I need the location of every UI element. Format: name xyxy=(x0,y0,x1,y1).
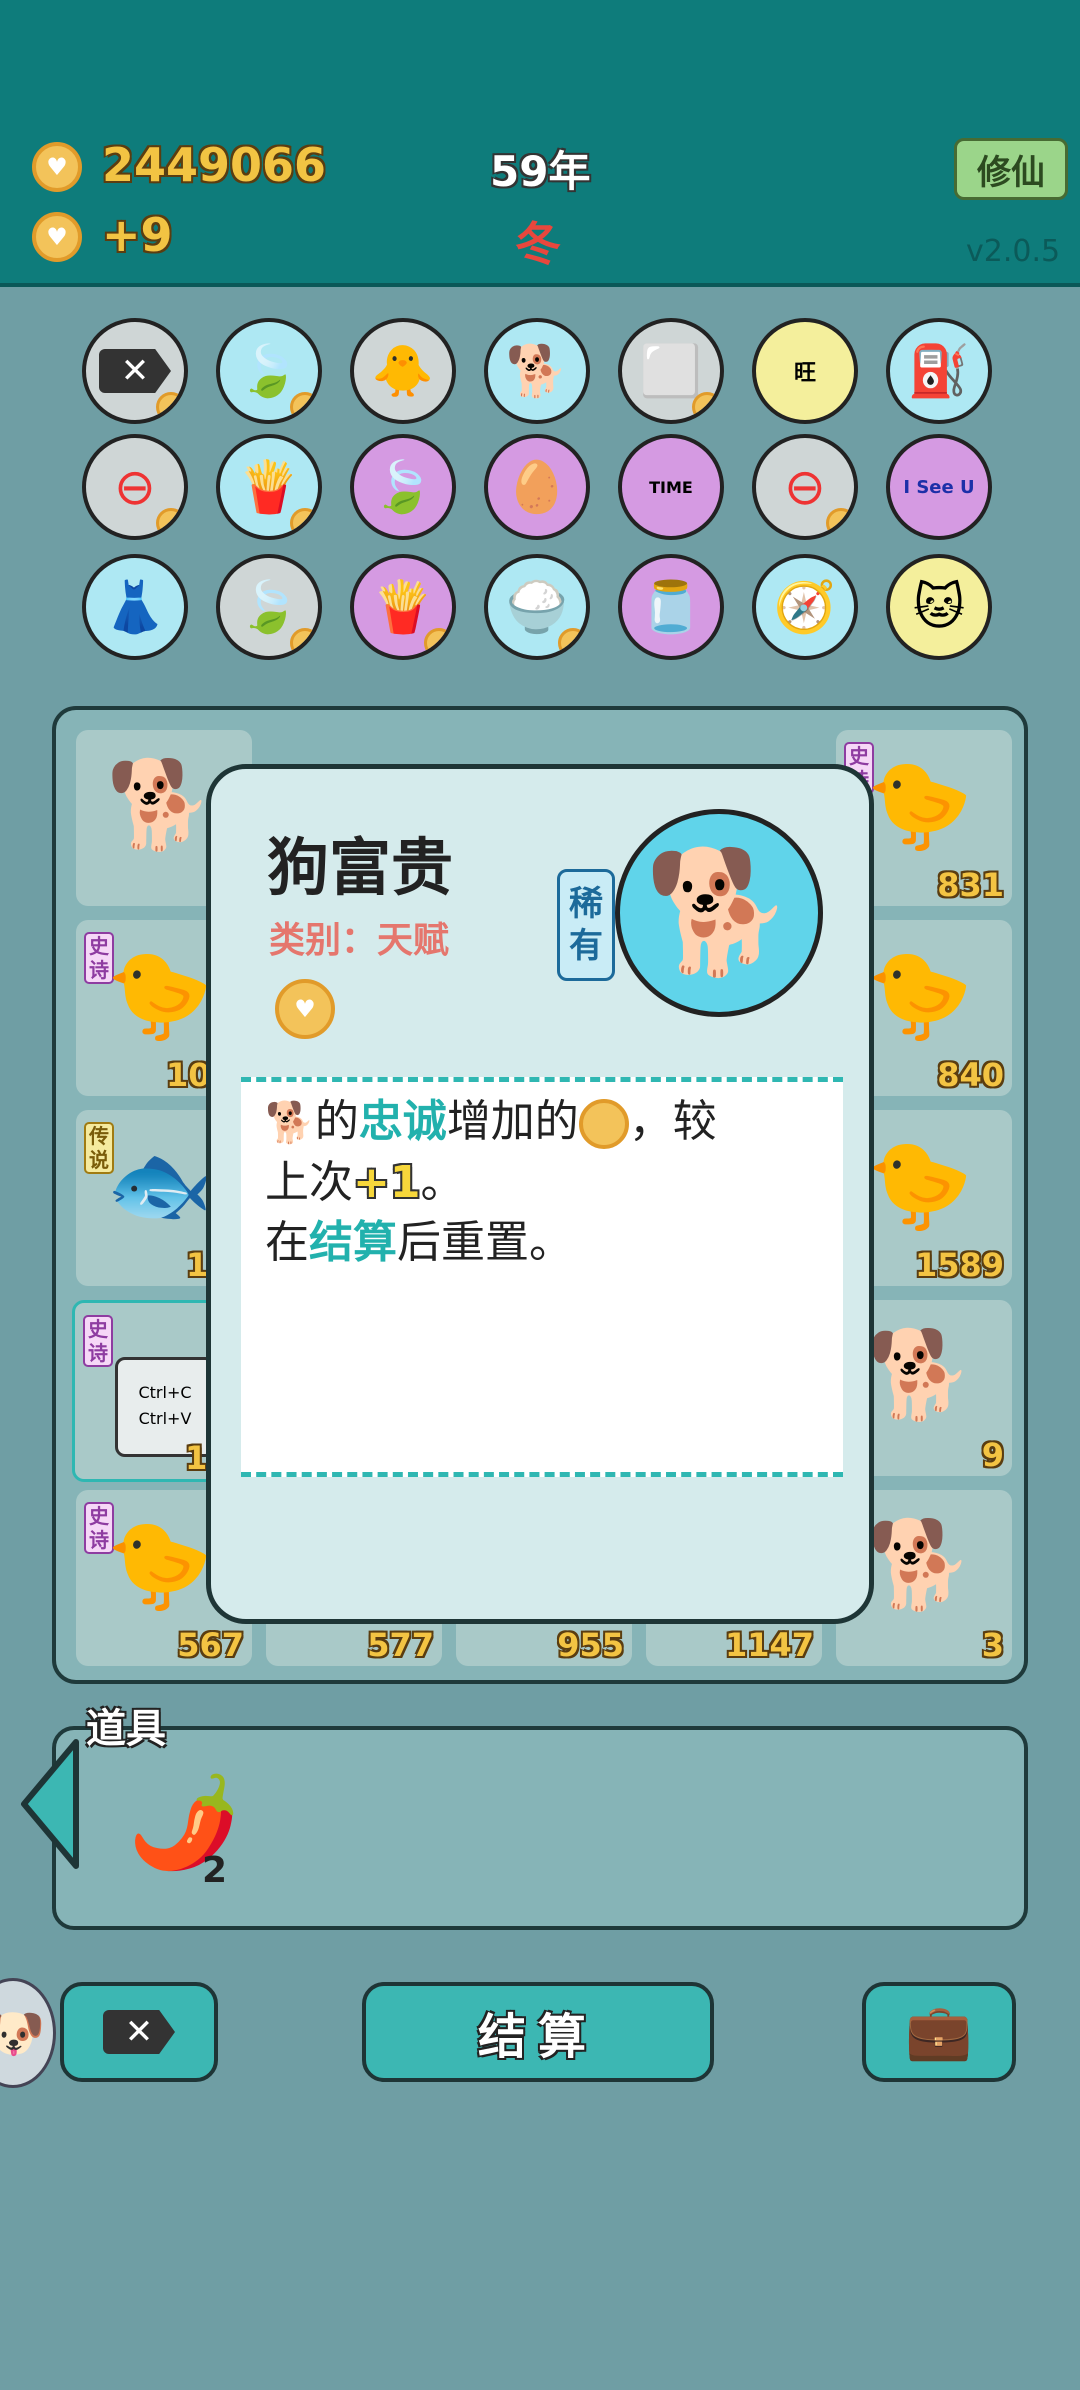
grandpa-chick-icon: 🐤 xyxy=(866,945,974,1045)
symbol-detail-card[interactable]: 狗富贵 类别：天赋 稀 有 🐕 ♥ 🐕的忠诚增加的 ，较 上次+1。 在结算后重置… xyxy=(206,764,874,1624)
income-per-turn: +9 xyxy=(102,208,173,262)
fries-icon[interactable]: 🍟 xyxy=(216,434,322,540)
chick-egg-icon[interactable]: 🐥 xyxy=(350,318,456,424)
compass-icon[interactable]: 🧭 xyxy=(752,554,858,660)
cell-value: 567 xyxy=(177,1626,244,1664)
top-bar: ♥ 2449066 ♥ +9 59年 冬 修仙 v2.0.5 xyxy=(0,0,1080,287)
minus-circle-icon[interactable]: ⊖ xyxy=(752,434,858,540)
remove-tag-icon[interactable]: ✕ xyxy=(82,318,188,424)
version-label: v2.0.5 xyxy=(966,234,1061,269)
card-title: 狗富贵 xyxy=(267,831,454,904)
cell-value: 1589 xyxy=(914,1246,1004,1284)
briefcase-button[interactable]: 💼 xyxy=(862,1982,1016,2082)
skirt-icon[interactable]: 👗 xyxy=(82,554,188,660)
rarity-char-1: 稀 xyxy=(569,884,603,924)
time-magazine-icon[interactable]: TIME xyxy=(618,434,724,540)
paste-label: Ctrl+V xyxy=(138,1409,192,1428)
cell-value: 1147 xyxy=(724,1626,814,1664)
sugar-cubes-icon[interactable]: ⬜ xyxy=(618,318,724,424)
grandpa-chick-icon: 🐤 xyxy=(866,755,974,855)
desc-text: 。 xyxy=(420,1157,465,1208)
leaf-icon[interactable]: 🍃 xyxy=(216,318,322,424)
dog-sunglasses-portrait-icon: 🐕 xyxy=(615,809,823,1017)
rarity-char-2: 有 xyxy=(569,926,603,966)
i-see-u-icon[interactable]: I See U xyxy=(886,434,992,540)
wang-char: 旺 xyxy=(793,361,816,386)
grandpa-chick-icon: 🐤 xyxy=(106,1515,214,1615)
rarity-badge: 稀 有 xyxy=(557,869,615,981)
cat-coins-icon[interactable]: 🐱 xyxy=(886,554,992,660)
wang-text-icon[interactable]: 旺 xyxy=(752,318,858,424)
briefcase-icon: 💼 xyxy=(905,2000,973,2063)
desc-text: 增加的 xyxy=(446,1096,579,1147)
settle-button[interactable]: 结算 xyxy=(362,1982,714,2082)
grandpa-chick-icon: 🐤 xyxy=(866,1135,974,1235)
rice-bowl-icon[interactable]: 🍚 xyxy=(484,554,590,660)
jar-icon[interactable]: 🫙 xyxy=(618,554,724,660)
fries-icon[interactable]: 🍟 xyxy=(350,554,456,660)
coin-icon: ♥ xyxy=(275,979,335,1039)
leaf-icon[interactable]: 🍃 xyxy=(350,434,456,540)
desc-text: 在 xyxy=(265,1217,309,1268)
avatar[interactable]: 🐶 xyxy=(0,1978,56,2088)
back-arrow-icon[interactable] xyxy=(18,1738,82,1870)
season-label: 冬 xyxy=(515,217,561,271)
keyword-settle: 结算 xyxy=(309,1217,397,1268)
copy-label: Ctrl+C xyxy=(138,1383,192,1402)
koi-fish-icon: 🐟 xyxy=(106,1135,214,1235)
coin-total: 2449066 xyxy=(102,138,327,192)
cell-value: 840 xyxy=(937,1056,1004,1094)
x-icon: ✕ xyxy=(103,2010,175,2054)
husky-icon: 🐕 xyxy=(866,1325,974,1425)
husky-icon: 🐕 xyxy=(106,755,214,855)
cell-value: 3 xyxy=(981,1626,1004,1664)
card-category: 类别：天赋 xyxy=(269,920,450,961)
year-label: 59年 xyxy=(490,147,591,196)
pump-icon[interactable]: ⛽ xyxy=(886,318,992,424)
egg-face-icon[interactable]: 🥚 xyxy=(484,434,590,540)
keyword-loyalty: 忠诚 xyxy=(358,1096,447,1147)
time-text: TIME xyxy=(649,477,693,497)
cell-value: 955 xyxy=(557,1626,624,1664)
coin-icon: ♥ xyxy=(32,212,82,262)
grandpa-chick-icon: 🐤 xyxy=(106,945,214,1045)
leaf-icon[interactable]: 🍃 xyxy=(216,554,322,660)
coin-inline-icon xyxy=(578,1099,629,1149)
props-label: 道具 xyxy=(86,1706,166,1752)
minus-circle-icon[interactable]: ⊖ xyxy=(82,434,188,540)
cell-value: 9 xyxy=(981,1436,1004,1474)
coin-icon: ♥ xyxy=(32,142,82,192)
cultivate-button[interactable]: 修仙 xyxy=(954,138,1068,200)
desc-text: 的 xyxy=(314,1096,359,1147)
remove-symbol-button[interactable]: ✕ xyxy=(60,1982,218,2082)
husky-inline-icon: 🐕 xyxy=(265,1100,315,1146)
desc-text: 后重置。 xyxy=(397,1217,573,1268)
item-count: 2 xyxy=(202,1850,228,1891)
plus-one: +1 xyxy=(353,1157,421,1208)
card-description: 🐕的忠诚增加的 ，较 上次+1。 在结算后重置。 xyxy=(241,1077,843,1477)
desc-text: ，较 xyxy=(628,1096,717,1147)
rarity-tag: 史诗 xyxy=(83,1315,113,1367)
dog-sunglasses-icon[interactable]: 🐕 xyxy=(484,318,590,424)
cell-value: 577 xyxy=(367,1626,434,1664)
desc-text: 上次 xyxy=(265,1157,353,1208)
cell-value: 831 xyxy=(937,866,1004,904)
husky-icon: 🐕 xyxy=(866,1515,974,1615)
isee-text: I See U xyxy=(903,476,975,498)
x-icon: ✕ xyxy=(99,349,171,393)
cell-value: 10 xyxy=(166,1056,211,1094)
